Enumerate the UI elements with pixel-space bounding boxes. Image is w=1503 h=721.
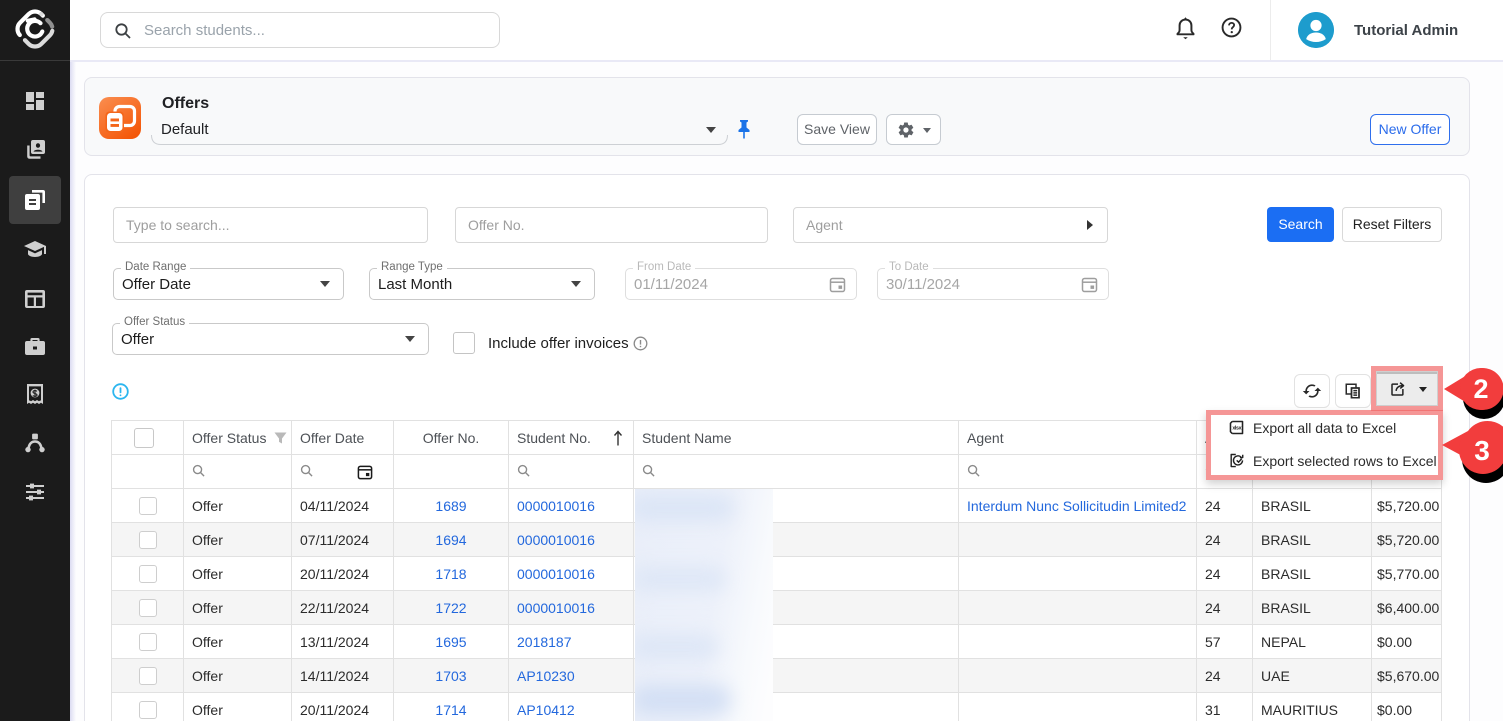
svg-text:3: 3 xyxy=(1474,435,1490,466)
svg-text:2: 2 xyxy=(1473,374,1488,404)
svg-text:xlsx: xlsx xyxy=(1232,425,1241,431)
